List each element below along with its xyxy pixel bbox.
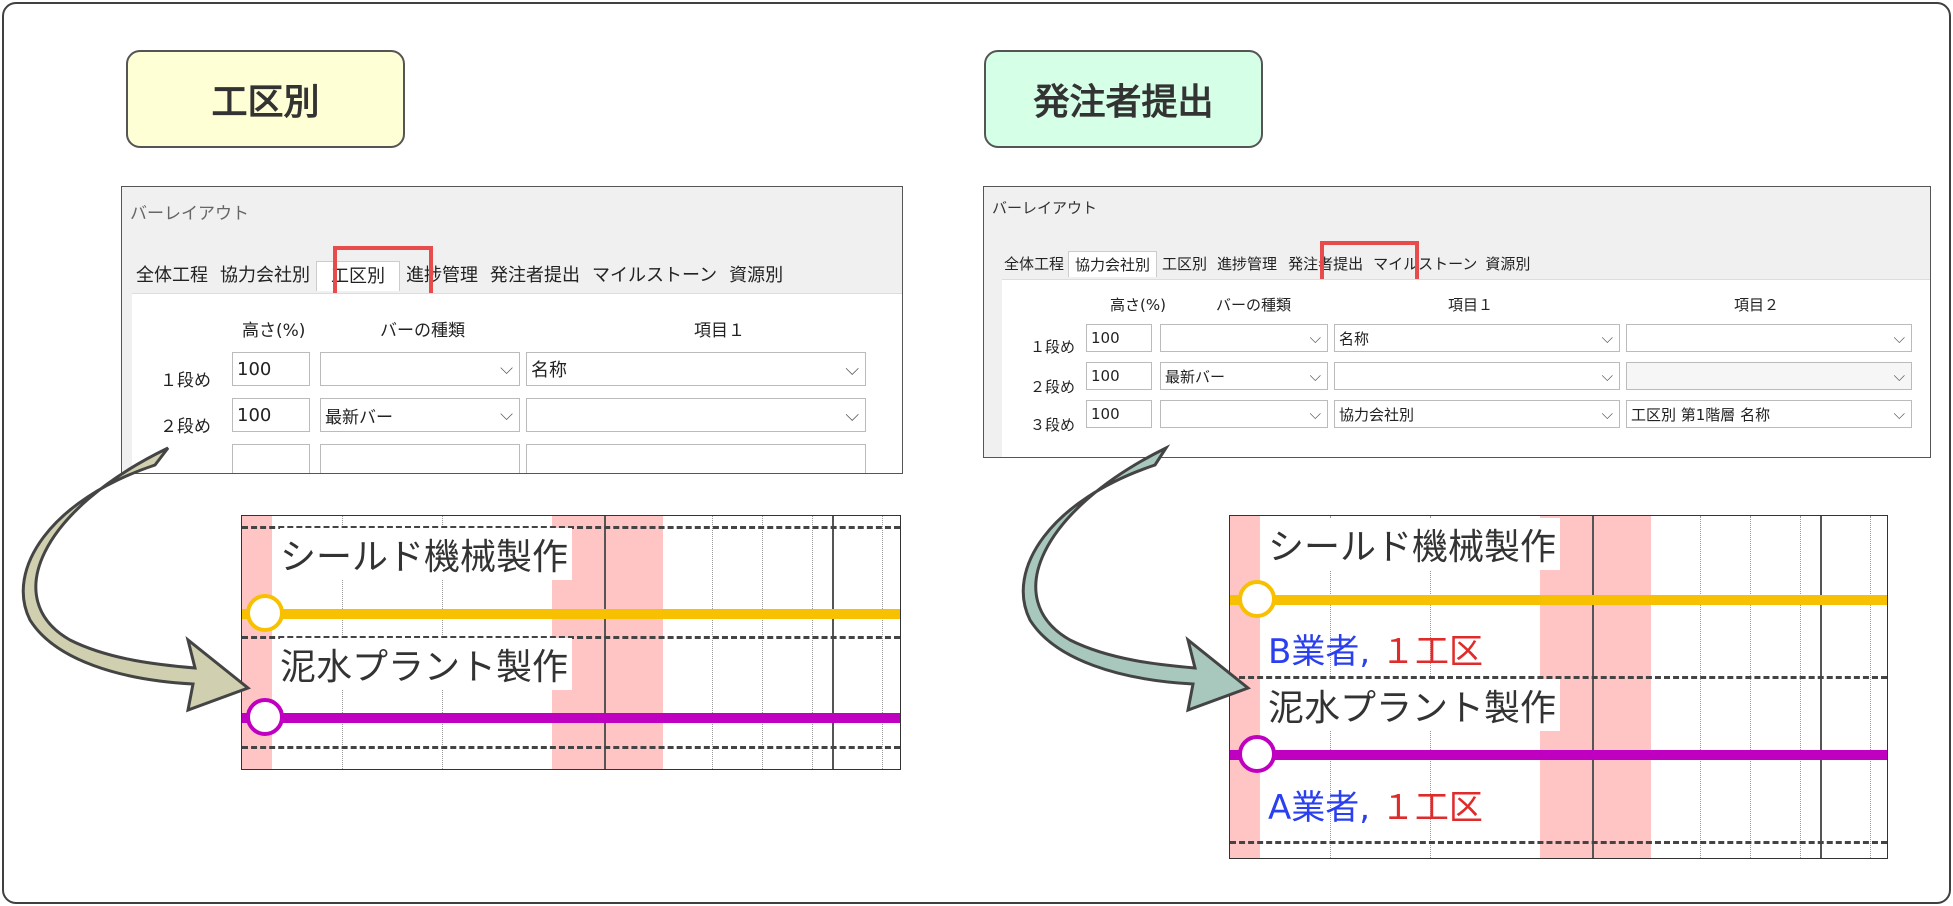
height-input[interactable]: 100: [232, 398, 310, 432]
row-label: ２段め: [1030, 378, 1076, 396]
task-bar[interactable]: [1230, 595, 1887, 605]
bar-type-select[interactable]: [320, 444, 520, 473]
tab-kyoryoku[interactable]: 協力会社別: [214, 261, 316, 291]
row-label: ３段め: [1030, 416, 1076, 434]
item1-select[interactable]: [526, 398, 866, 432]
dialog-title: バーレイアウト: [992, 199, 1098, 217]
bar-layout-dialog-right: バーレイアウト 全体工程 協力会社別 工区別 進捗管理 発注者提出 マイルストー…: [983, 186, 1931, 458]
company-name: A業者,: [1268, 788, 1371, 828]
tab-shigen[interactable]: 資源別: [1481, 251, 1534, 277]
company-section-label: A業者, １工区: [1268, 780, 1483, 829]
section-name: １工区: [1380, 788, 1483, 828]
bar-type-select[interactable]: 最新バー: [1160, 362, 1328, 390]
item1-select[interactable]: 協力会社別: [1334, 400, 1620, 428]
section-label-hacchusha: 発注者提出: [984, 50, 1263, 148]
start-milestone-icon[interactable]: [1238, 580, 1276, 618]
gantt-preview-left: シールド機械製作 泥水プラント製作: [241, 515, 901, 770]
header-bar-type: バーの種類: [1216, 296, 1292, 314]
layout-panel: 高さ(%) バーの種類 項目１ 項目２ １段め 100 名称 ２段め 100 最…: [1002, 279, 1930, 457]
company-name: B業者,: [1268, 632, 1371, 672]
start-milestone-icon[interactable]: [246, 698, 284, 736]
item2-select[interactable]: 工区別 第1階層 名称: [1626, 400, 1912, 428]
tab-kouku[interactable]: 工区別: [1157, 251, 1212, 277]
task-label: 泥水プラント製作: [1268, 679, 1561, 731]
layout-panel: 高さ(%) バーの種類 項目１ １段め 100 名称 ２段め 100 最新バー: [132, 293, 902, 473]
bar-type-select[interactable]: [320, 352, 520, 386]
tab-hacchusha[interactable]: 発注者提出: [484, 261, 586, 291]
tab-shigen[interactable]: 資源別: [723, 261, 789, 291]
start-milestone-icon[interactable]: [246, 594, 284, 632]
height-input[interactable]: [232, 444, 310, 473]
item2-select[interactable]: [1626, 362, 1912, 390]
dialog-title: バーレイアウト: [130, 204, 249, 224]
tab-zentai[interactable]: 全体工程: [1000, 251, 1068, 277]
task-label: シールド機械製作: [1268, 518, 1561, 570]
header-item1: 項目１: [694, 321, 745, 341]
task-bar[interactable]: [1230, 750, 1887, 760]
row-label: ２段め: [160, 417, 211, 437]
tab-shinchoku[interactable]: 進捗管理: [1212, 251, 1282, 277]
task-bar[interactable]: [242, 713, 900, 723]
task-label: 泥水プラント製作: [280, 638, 573, 690]
task-label: シールド機械製作: [280, 528, 573, 580]
header-item1: 項目１: [1448, 296, 1494, 314]
company-section-label: B業者, １工区: [1268, 624, 1483, 673]
height-input[interactable]: 100: [1086, 400, 1152, 428]
bar-type-select[interactable]: 最新バー: [320, 398, 520, 432]
bar-layout-dialog-left: バーレイアウト 全体工程 協力会社別 工区別 進捗管理 発注者提出 マイルストー…: [121, 186, 903, 474]
header-bar-type: バーの種類: [380, 321, 465, 341]
gantt-preview-right: シールド機械製作 B業者, １工区 泥水プラント製作 A業者, １工区: [1229, 515, 1888, 859]
height-input[interactable]: 100: [232, 352, 310, 386]
header-item2: 項目２: [1734, 296, 1780, 314]
height-input[interactable]: 100: [1086, 362, 1152, 390]
bar-type-select[interactable]: [1160, 324, 1328, 352]
row-label: １段め: [160, 371, 211, 391]
section-label-kouku: 工区別: [126, 50, 405, 148]
item1-select[interactable]: [1334, 362, 1620, 390]
item2-select[interactable]: [1626, 324, 1912, 352]
item1-select[interactable]: [526, 444, 866, 473]
row-label: １段め: [1030, 338, 1076, 356]
tab-milestone[interactable]: マイルストーン: [586, 261, 723, 291]
item1-select[interactable]: 名称: [1334, 324, 1620, 352]
start-milestone-icon[interactable]: [1238, 735, 1276, 773]
header-height: 高さ(%): [1110, 296, 1166, 314]
item1-select[interactable]: 名称: [526, 352, 866, 386]
section-name: １工区: [1380, 632, 1483, 672]
task-bar[interactable]: [242, 609, 900, 619]
header-height: 高さ(%): [242, 321, 306, 341]
tab-kyoryoku[interactable]: 協力会社別: [1068, 251, 1158, 277]
bar-type-select[interactable]: [1160, 400, 1328, 428]
tab-zentai[interactable]: 全体工程: [130, 261, 214, 291]
height-input[interactable]: 100: [1086, 324, 1152, 352]
